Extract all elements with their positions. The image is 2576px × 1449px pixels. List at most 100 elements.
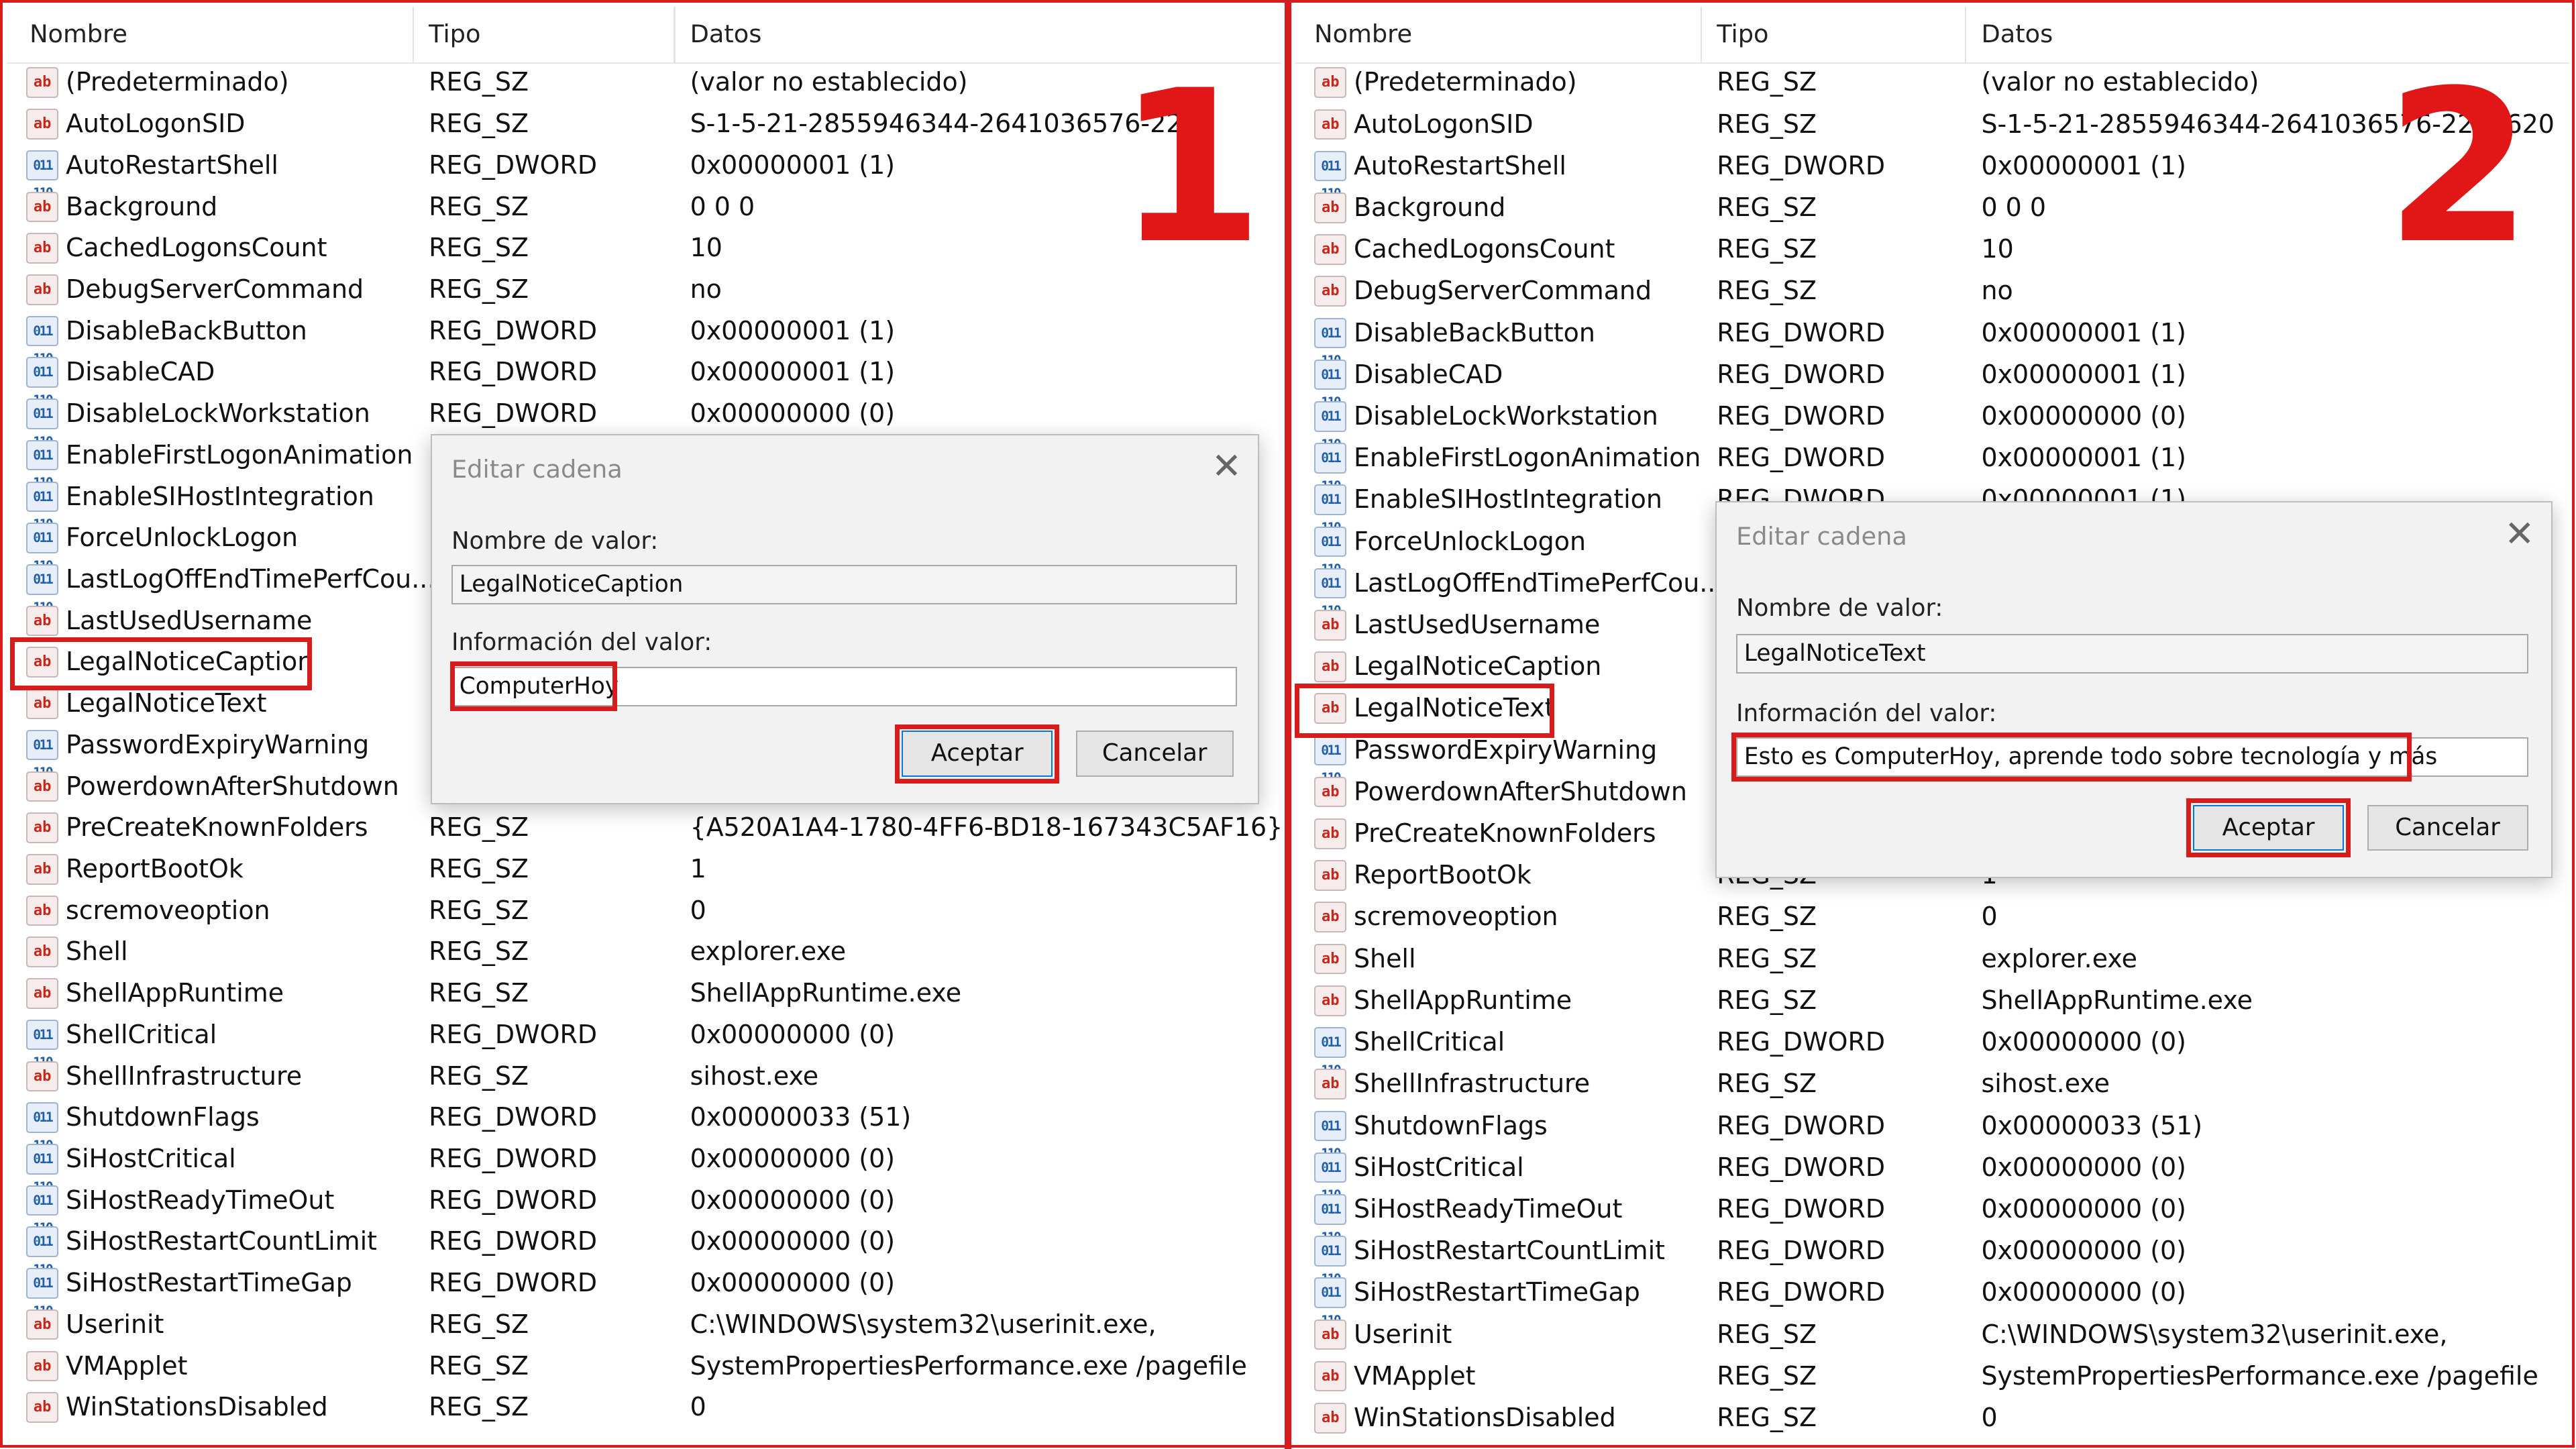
registry-value-row[interactable]: 011 110SiHostCritical REG_DWORD 0x00000000… <box>7 1139 1281 1195</box>
registry-value-row[interactable]: ab CachedLogonsCount REG_SZ 10 <box>1295 229 2569 270</box>
registry-value-row[interactable]: 011 110SiHostRestartTimeGap REG_DWORD 0x00… <box>7 1263 1281 1319</box>
registry-value-row[interactable]: ab AutoLogonSID REG_SZ S-1-5-21-2855946344-… <box>7 104 1281 145</box>
value-name: DisableCAD <box>65 357 215 387</box>
registry-value-row[interactable]: ab VMApplet REG_SZ SystemPropertiesPerforma… <box>7 1346 1281 1387</box>
close-icon[interactable]: ✕ <box>1212 445 1242 487</box>
value-data: 0x00000033 (51) <box>1981 1110 2203 1140</box>
registry-value-row[interactable]: 011 110EnableFirstLogonAnimation REG_DWOR… <box>1295 438 2569 494</box>
value-data: 0x00000001 (1) <box>1981 359 2186 389</box>
registry-value-row[interactable]: ab Background REG_SZ 0 0 0 <box>1295 188 2569 229</box>
registry-value-row[interactable]: 011 110ShutdownFlags REG_DWORD 0x00000033 … <box>7 1097 1281 1153</box>
value-name-label: Nombre de valor: <box>451 527 659 555</box>
dword-value-icon: 011 110 <box>1314 1236 1347 1287</box>
registry-value-row[interactable]: ab Shell REG_SZ explorer.exe <box>1295 938 2569 979</box>
dword-value-icon: 011 110 <box>26 523 59 574</box>
header-data[interactable]: Datos <box>1981 19 2053 48</box>
column-header: Nombre Tipo Datos <box>1294 6 2570 64</box>
value-type: REG_DWORD <box>1717 1110 1886 1140</box>
registry-value-row[interactable]: ab Shell REG_SZ explorer.exe <box>7 932 1281 973</box>
registry-value-row[interactable]: ab Background REG_SZ 0 0 0 <box>7 186 1281 227</box>
string-value-icon: ab <box>26 853 59 885</box>
registry-value-row[interactable]: ab CachedLogonsCount REG_SZ 10 <box>7 228 1281 269</box>
registry-value-row[interactable]: ab Userinit REG_SZ C:\WINDOWS\system32\user… <box>7 1304 1281 1345</box>
registry-value-row[interactable]: ab VMApplet REG_SZ SystemPropertiesPerforma… <box>1295 1356 2569 1397</box>
close-icon[interactable]: ✕ <box>2504 513 2534 555</box>
value-data: 0x00000000 (0) <box>1981 1236 2186 1266</box>
registry-value-row[interactable]: 011 110DisableLockWorkstation REG_DWORD 0x… <box>1295 396 2569 452</box>
cancel-button[interactable]: Cancelar <box>1075 731 1234 777</box>
registry-value-row[interactable]: 011 110ShutdownFlags REG_DWORD 0x00000033 … <box>1295 1106 2569 1161</box>
value-name: LegalNoticeText <box>1353 693 1555 723</box>
value-name: (Predeterminado) <box>1353 67 1577 97</box>
value-data: C:\WINDOWS\system32\userinit.exe, <box>690 1309 1157 1339</box>
header-data[interactable]: Datos <box>690 19 762 48</box>
value-name-field[interactable]: LegalNoticeText <box>1736 633 2528 674</box>
string-value-icon: ab <box>1314 1402 1347 1434</box>
value-data-field[interactable]: Esto es ComputerHoy, aprende todo sobre … <box>1736 737 2528 777</box>
registry-value-row[interactable]: ab WinStationsDisabled REG_SZ 0 <box>7 1387 1281 1428</box>
value-type: REG_DWORD <box>429 357 598 387</box>
registry-value-row[interactable]: 011 110AutoRestartShell REG_DWORD 0x000000… <box>1295 146 2569 201</box>
header-name[interactable]: Nombre <box>30 19 127 48</box>
column-separator[interactable] <box>674 6 676 63</box>
value-type: REG_DWORD <box>429 398 598 429</box>
registry-value-row[interactable]: ab DebugServerCommand REG_SZ no <box>7 270 1281 311</box>
header-type[interactable]: Tipo <box>1717 19 1768 48</box>
value-data: SystemPropertiesPerformance.exe /pagefil… <box>690 1350 1247 1381</box>
value-name: CachedLogonsCount <box>1353 234 1615 264</box>
column-separator[interactable] <box>1700 6 1703 63</box>
value-name: (Predeterminado) <box>65 67 289 97</box>
value-type: REG_SZ <box>429 191 529 221</box>
registry-value-row[interactable]: ab DebugServerCommand REG_SZ no <box>1295 271 2569 312</box>
registry-value-row[interactable]: 011 110SiHostReadyTimeOut REG_DWORD 0x0000… <box>1295 1189 2569 1245</box>
value-name-field[interactable]: LegalNoticeCaption <box>451 564 1237 604</box>
string-value-icon: ab <box>26 1392 59 1423</box>
registry-value-row[interactable]: 011 110AutoRestartShell REG_DWORD 0x000000… <box>7 145 1281 201</box>
string-value-icon: ab <box>26 233 59 264</box>
accept-button[interactable]: Aceptar <box>2192 804 2345 851</box>
registry-value-row[interactable]: ab (Predeterminado) REG_SZ (valor no establ… <box>1295 62 2569 103</box>
column-separator[interactable] <box>412 6 415 63</box>
registry-value-row[interactable]: 011 110DisableCAD REG_DWORD 0x00000001 (1) <box>1295 354 2569 410</box>
registry-value-row[interactable]: ab ShellInfrastructure REG_SZ sihost.exe <box>7 1056 1281 1097</box>
value-name: LegalNoticeCaption <box>1353 651 1602 682</box>
header-type[interactable]: Tipo <box>429 19 480 48</box>
registry-value-row[interactable]: 011 110SiHostRestartCountLimit REG_DWORD 0… <box>1295 1231 2569 1287</box>
registry-value-row[interactable]: 011 110DisableLockWorkstation REG_DWORD 0x… <box>7 394 1281 449</box>
registry-value-row[interactable]: ab Userinit REG_SZ C:\WINDOWS\system32\user… <box>1295 1314 2569 1355</box>
cancel-button[interactable]: Cancelar <box>2367 804 2528 851</box>
column-separator[interactable] <box>1964 6 1967 63</box>
registry-value-row[interactable]: 011 110ShellCritical REG_DWORD 0x00000000 … <box>1295 1022 2569 1078</box>
registry-value-row[interactable]: 011 110DisableBackButton REG_DWORD 0x00000… <box>1295 313 2569 368</box>
registry-value-row[interactable]: 011 110SiHostReadyTimeOut REG_DWORD 0x0000… <box>7 1180 1281 1236</box>
step-number: 1 <box>1117 45 1264 290</box>
value-type: REG_DWORD <box>1717 1027 1886 1057</box>
value-name: DisableBackButton <box>1353 317 1595 347</box>
header-name[interactable]: Nombre <box>1314 19 1412 48</box>
registry-value-row[interactable]: 011 110DisableBackButton REG_DWORD 0x00000… <box>7 311 1281 366</box>
registry-value-row[interactable]: ab WinStationsDisabled REG_SZ 0 <box>1295 1398 2569 1439</box>
registry-panel-2: Nombre Tipo Datos ab (Predeterminado) REG_… <box>1294 6 2570 1443</box>
value-data: 0x00000000 (0) <box>1981 1277 2186 1307</box>
accept-button[interactable]: Aceptar <box>902 731 1053 777</box>
step-number: 2 <box>2385 45 2532 290</box>
registry-value-row[interactable]: ab ShellInfrastructure REG_SZ sihost.exe <box>1295 1064 2569 1105</box>
registry-value-row[interactable]: ab ShellAppRuntime REG_SZ ShellAppRuntime.e… <box>1295 981 2569 1022</box>
registry-value-row[interactable]: 011 110SiHostRestartTimeGap REG_DWORD 0x00… <box>1295 1273 2569 1328</box>
registry-value-row[interactable]: ab PreCreateKnownFolders REG_SZ {A520A1A4-1… <box>7 808 1281 849</box>
registry-value-row[interactable]: 011 110DisableCAD REG_DWORD 0x00000001 (1) <box>7 352 1281 408</box>
registry-value-row[interactable]: ab AutoLogonSID REG_SZ S-1-5-21-2855946344-… <box>1295 104 2569 145</box>
value-data-field[interactable]: ComputerHoy <box>451 666 1237 706</box>
value-type: REG_DWORD <box>429 1185 598 1215</box>
registry-value-row[interactable]: 011 110SiHostRestartCountLimit REG_DWORD 0… <box>7 1222 1281 1277</box>
registry-value-row[interactable]: 011 110ShellCritical REG_DWORD 0x00000000 … <box>7 1014 1281 1070</box>
registry-value-row[interactable]: ab scremoveoption REG_SZ 0 <box>7 890 1281 931</box>
edit-string-dialog: Editar cadena ✕ Nombre de valor: LegalNo… <box>1715 500 2553 879</box>
registry-value-row[interactable]: ab scremoveoption REG_SZ 0 <box>1295 897 2569 938</box>
value-name: PasswordExpiryWarning <box>65 729 370 759</box>
registry-value-row[interactable]: 011 110SiHostCritical REG_DWORD 0x00000000… <box>1295 1147 2569 1203</box>
registry-value-row[interactable]: abReportBootOk REG_SZ 1 <box>7 849 1281 890</box>
value-type: REG_DWORD <box>1717 317 1886 347</box>
registry-value-row[interactable]: ab ShellAppRuntime REG_SZ ShellAppRuntime.e… <box>7 973 1281 1014</box>
registry-value-row[interactable]: ab (Predeterminado) REG_SZ (valor no establ… <box>7 62 1281 103</box>
